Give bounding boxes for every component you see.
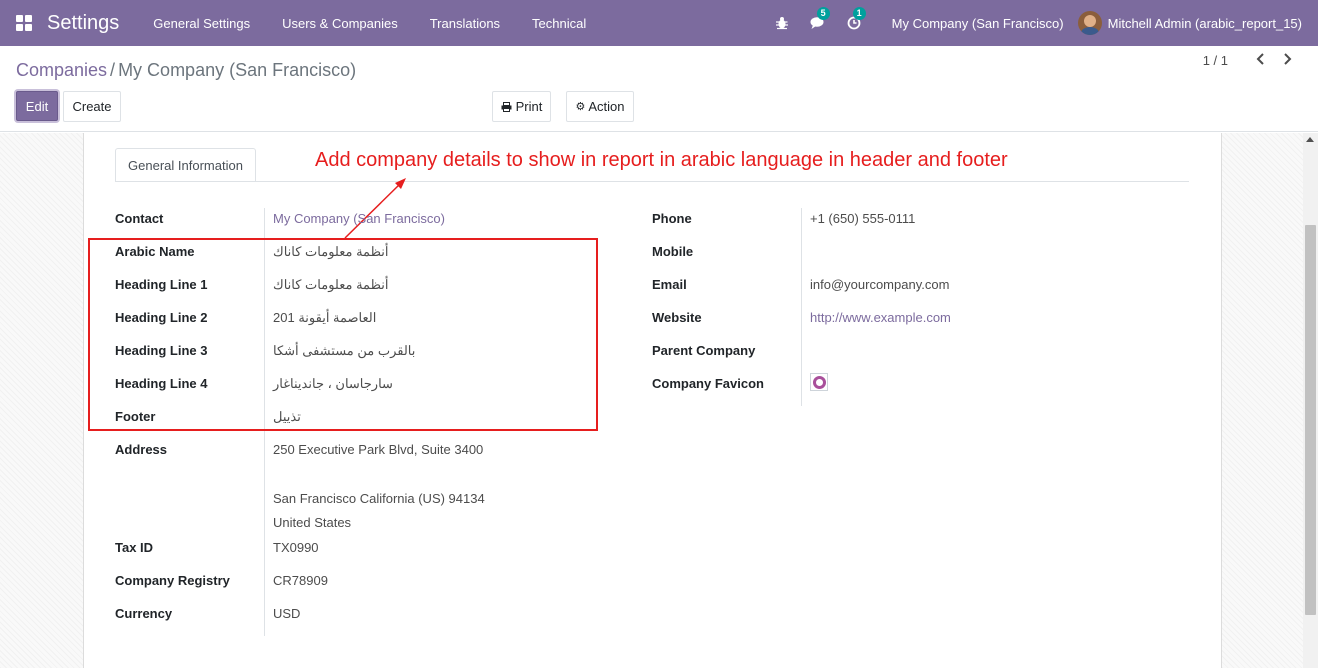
value-address-country: United States [273,515,352,530]
value-company-registry: CR78909 [273,573,328,588]
menu-translations[interactable]: Translations [414,16,516,31]
tab-general-information[interactable]: General Information [115,148,256,182]
value-currency: USD [273,606,301,621]
right-column-divider [801,208,802,406]
label-tax-id: Tax ID [115,540,154,555]
favicon-ring-icon [812,375,826,389]
clock-icon[interactable]: 1 [844,7,866,33]
annotation-arrow [344,178,406,239]
menu-technical[interactable]: Technical [516,16,602,31]
scrollbar[interactable] [1303,133,1318,668]
user-menu[interactable]: Mitchell Admin (arabic_report_15) [1077,11,1302,35]
gear-icon: ⚙ [575,101,586,113]
label-address: Address [115,442,168,457]
breadcrumb-current: My Company (San Francisco) [118,60,357,80]
value-phone: +1 (650) 555-0111 [810,211,916,226]
value-email: info@yourcompany.com [810,277,950,292]
label-mobile: Mobile [652,244,694,259]
value-address-city: San Francisco California (US) 94134 [273,491,485,506]
avatar [1077,11,1102,35]
messages-badge: 5 [816,7,830,20]
label-contact: Contact [115,211,164,226]
annotation-text: Add company details to show in report in… [315,149,1008,171]
breadcrumb-companies[interactable]: Companies [16,60,107,80]
scrollbar-thumb[interactable] [1305,225,1316,615]
chevron-right-icon[interactable] [1279,49,1295,69]
top-navbar: Settings General Settings Users & Compan… [0,0,1318,46]
value-website[interactable]: http://www.example.com [810,310,951,325]
menu-users-companies[interactable]: Users & Companies [266,16,414,31]
label-currency: Currency [115,606,173,621]
label-company-registry: Company Registry [115,573,230,588]
company-switcher[interactable]: My Company (San Francisco) [892,16,1064,31]
bug-icon[interactable] [772,13,792,33]
chat-icon[interactable]: 5 [808,7,830,33]
value-contact[interactable]: My Company (San Francisco) [273,211,445,226]
label-website: Website [652,310,702,325]
menu-general-settings[interactable]: General Settings [137,16,266,31]
create-button[interactable]: Create [63,91,121,122]
app-title[interactable]: Settings [47,12,119,35]
label-company-favicon: Company Favicon [652,376,764,391]
print-button[interactable]: Print [492,91,551,122]
company-favicon-image [810,373,828,391]
breadcrumb-separator: / [110,60,116,80]
label-phone: Phone [652,211,692,226]
action-button[interactable]: ⚙ Action [566,91,634,122]
scroll-up-icon[interactable] [1306,137,1314,142]
tab-divider [115,181,1189,182]
value-tax-id: TX0990 [273,540,319,555]
label-parent-company: Parent Company [652,343,756,358]
breadcrumb: Companies / My Company (San Francisco) [16,60,356,81]
label-email: Email [652,277,687,292]
value-address-street: 250 Executive Park Blvd, Suite 3400 [273,442,484,457]
pager-value[interactable]: 1 / 1 [1203,53,1228,68]
control-panel: Companies / My Company (San Francisco) [0,46,1318,132]
action-label: Action [588,99,625,114]
activities-badge: 1 [852,7,866,20]
edit-button[interactable]: Edit [16,91,58,121]
user-name: Mitchell Admin (arabic_report_15) [1107,15,1302,31]
chevron-left-icon[interactable] [1252,49,1268,69]
print-label: Print [515,99,543,114]
print-icon [501,101,512,112]
annotation-highlight-box [88,238,598,431]
apps-menu-icon[interactable] [16,15,32,31]
